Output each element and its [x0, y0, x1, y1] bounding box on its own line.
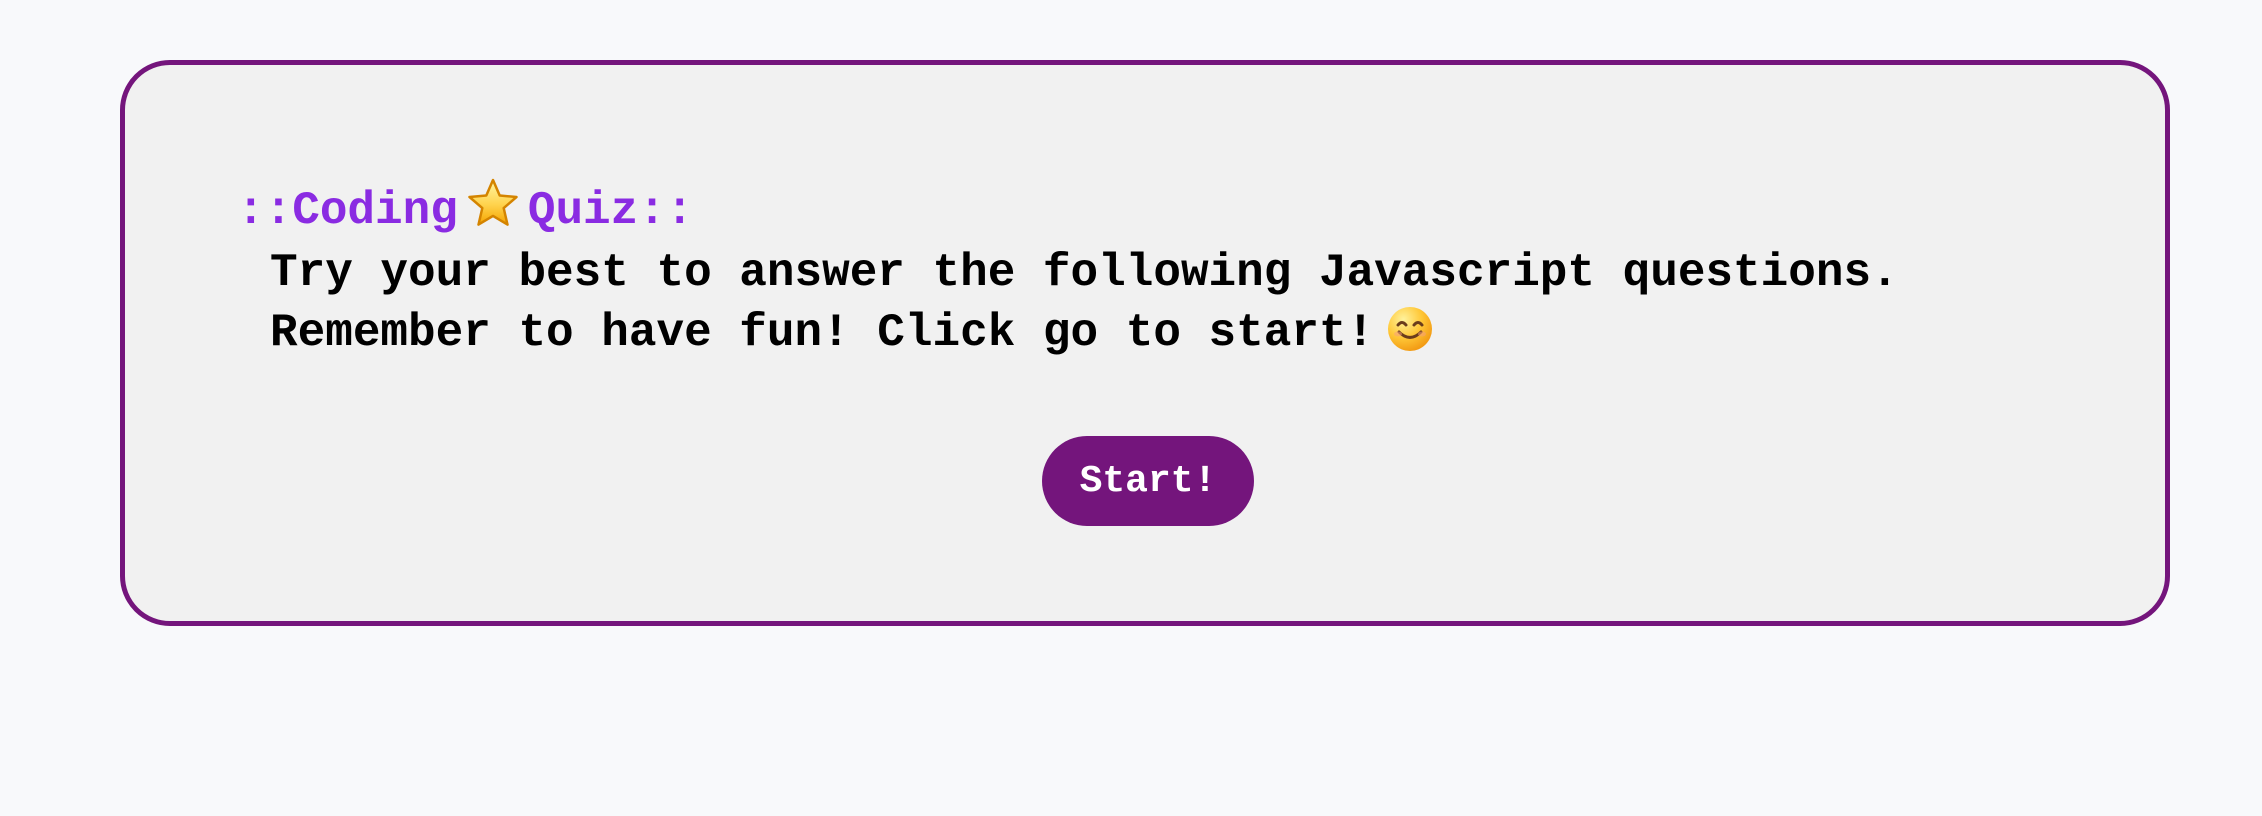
star-icon	[468, 178, 518, 226]
smiling-face-icon	[1388, 307, 1433, 351]
quiz-instructions: Try your best to answer the following Ja…	[270, 243, 2070, 363]
instructions-line-2: Remember to have fun! Click go to start!	[270, 307, 1375, 359]
quiz-title: ::Coding Quiz::	[237, 177, 693, 234]
quiz-card: ::Coding Quiz:: Try your best to answer …	[120, 60, 2170, 626]
instructions-line-2-wrapper: Remember to have fun! Click go to start!	[270, 303, 2070, 363]
quiz-title-suffix: Quiz::	[527, 185, 694, 237]
quiz-title-prefix: ::Coding	[237, 185, 458, 237]
start-button[interactable]: Start!	[1042, 436, 1254, 526]
instructions-line-1: Try your best to answer the following Ja…	[270, 247, 1899, 299]
